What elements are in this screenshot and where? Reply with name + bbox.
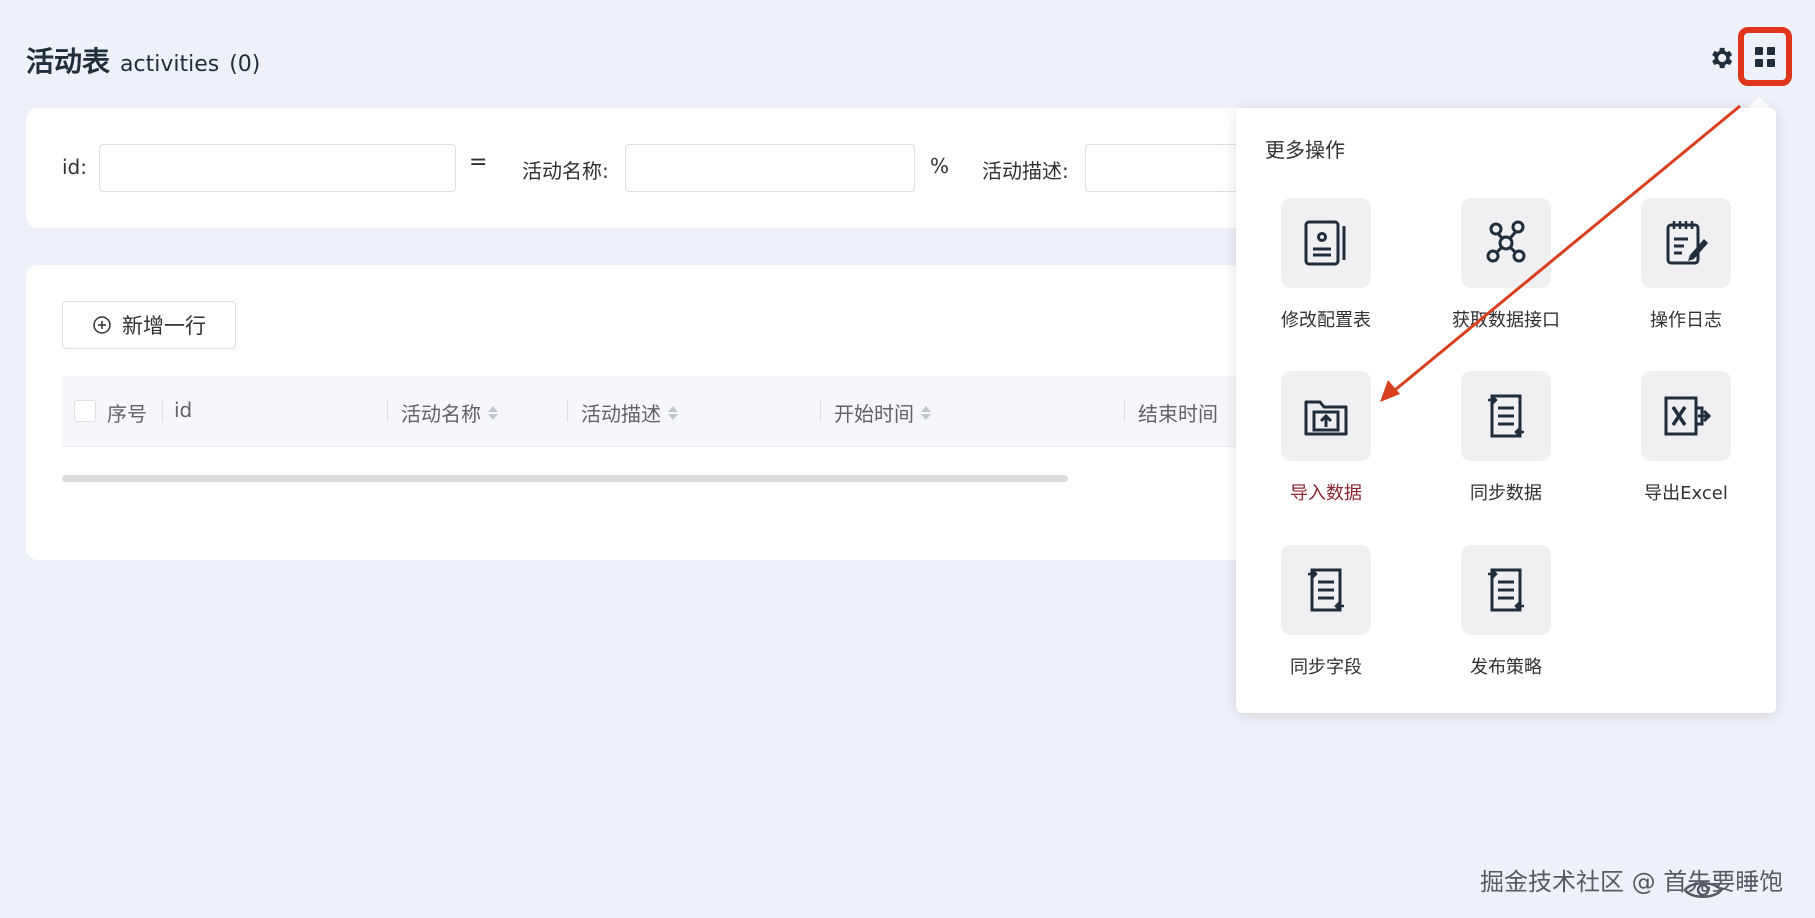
table-name: activities: [120, 52, 220, 77]
action-label: 获取数据接口: [1452, 310, 1560, 331]
eye-icon: [1683, 882, 1723, 898]
select-all-checkbox[interactable]: [74, 400, 96, 422]
id-filter-label: id:: [62, 155, 87, 179]
page-title: 活动表: [26, 45, 111, 78]
action-operation-log[interactable]: 操作日志: [1596, 198, 1776, 348]
id-filter-input[interactable]: [99, 144, 456, 192]
action-label: 操作日志: [1650, 310, 1722, 331]
action-sync-data[interactable]: 同步数据: [1416, 371, 1596, 521]
column-header-id: id: [174, 398, 193, 422]
column-header-end-time[interactable]: 结束时间: [1138, 398, 1218, 427]
desc-filter-label: 活动描述:: [982, 159, 1069, 183]
action-label: 导入数据: [1290, 483, 1362, 504]
column-header-description[interactable]: 活动描述: [581, 398, 679, 427]
action-export-excel[interactable]: 导出Excel: [1596, 371, 1776, 521]
folder-upload-icon: [1304, 400, 1348, 436]
table-header: 序号 id 活动名称 活动描述 开始时间 结束时间: [62, 376, 1242, 447]
edit-log-icon: [1666, 221, 1708, 265]
plus-circle-icon: [93, 316, 111, 334]
row-count: (0): [229, 52, 261, 77]
action-label: 同步数据: [1470, 483, 1542, 504]
config-document-icon: [1304, 220, 1346, 266]
column-header-start-time[interactable]: 开始时间: [834, 398, 932, 427]
sync-list-icon: [1308, 568, 1344, 612]
column-header-index: 序号: [107, 402, 147, 426]
watermark: 掘金技术社区 @ 首先要睡饱: [1480, 868, 1784, 896]
name-filter-input[interactable]: [625, 144, 915, 192]
column-header-name[interactable]: 活动名称: [401, 398, 499, 427]
action-label: 修改配置表: [1281, 310, 1371, 331]
action-label: 同步字段: [1290, 657, 1362, 678]
popover-title: 更多操作: [1265, 138, 1345, 162]
action-label: 发布策略: [1470, 657, 1542, 678]
excel-export-icon: [1664, 396, 1712, 436]
id-operator: =: [469, 150, 488, 175]
sync-list-icon: [1488, 394, 1524, 438]
action-publish-strategy[interactable]: 发布策略: [1416, 545, 1596, 695]
name-operator: %: [930, 154, 950, 178]
grid-icon: [1755, 46, 1775, 67]
action-label: 导出Excel: [1644, 483, 1728, 504]
add-row-label: 新增一行: [122, 314, 206, 338]
sync-list-icon: [1488, 568, 1524, 612]
sort-icon[interactable]: [487, 404, 499, 422]
page-header: 活动表 activities (0): [26, 40, 260, 80]
add-row-button[interactable]: 新增一行: [62, 301, 236, 349]
more-actions-button[interactable]: [1738, 27, 1792, 86]
sort-icon[interactable]: [920, 404, 932, 422]
sort-icon[interactable]: [667, 404, 679, 422]
gear-icon[interactable]: [1707, 44, 1735, 72]
network-nodes-icon: [1486, 220, 1526, 263]
action-modify-config[interactable]: 修改配置表: [1236, 198, 1416, 348]
action-import-data[interactable]: 导入数据: [1236, 371, 1416, 521]
action-get-data-api[interactable]: 获取数据接口: [1416, 198, 1596, 348]
name-filter-label: 活动名称:: [522, 159, 609, 183]
action-sync-fields[interactable]: 同步字段: [1236, 545, 1416, 695]
horizontal-scrollbar[interactable]: [62, 475, 1068, 482]
